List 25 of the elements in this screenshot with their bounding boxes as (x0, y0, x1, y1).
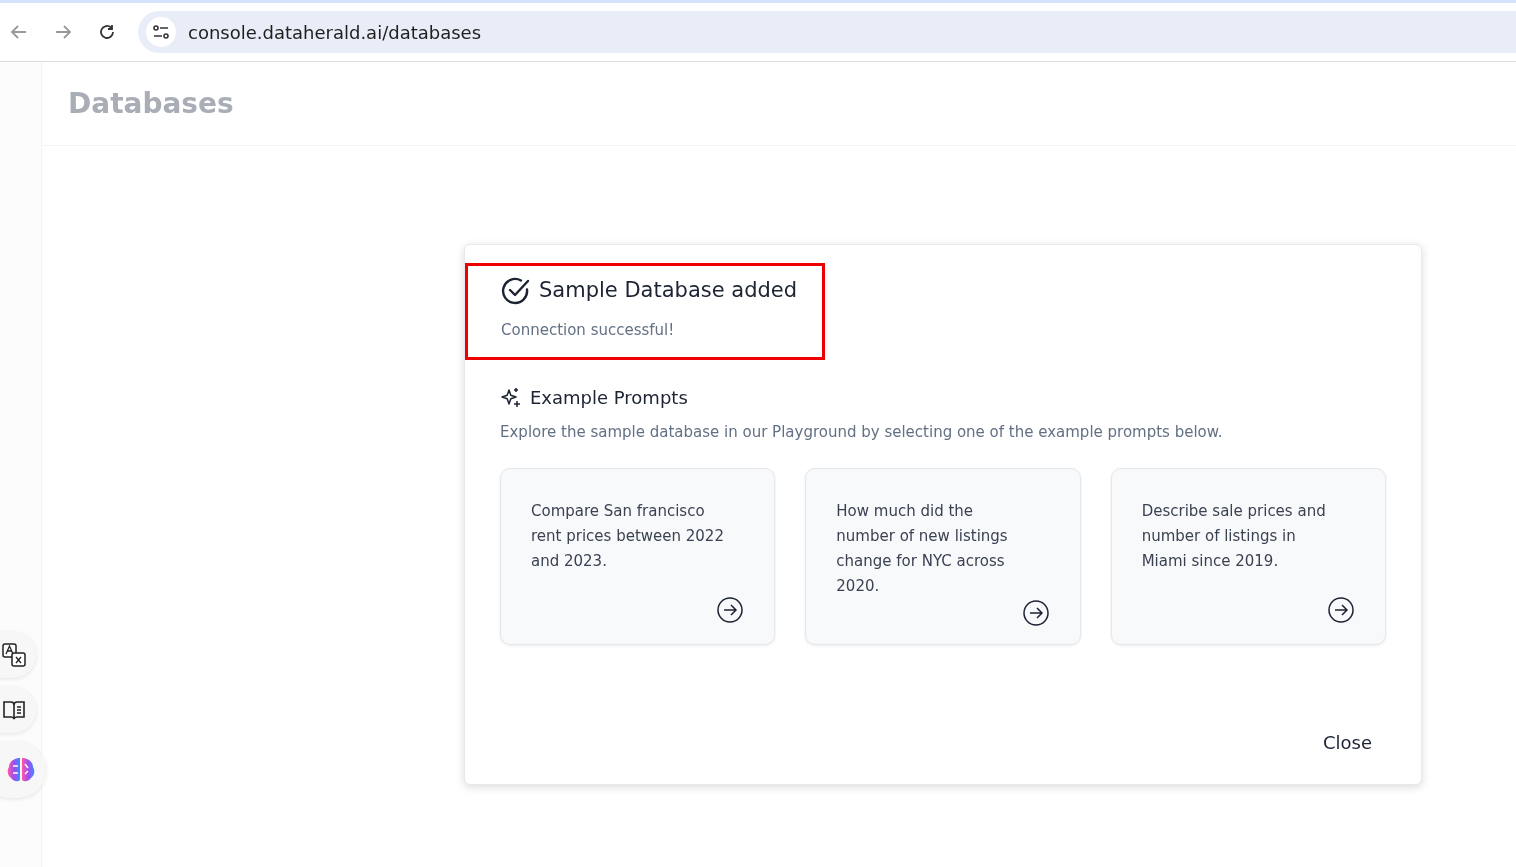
page-title: Databases (68, 85, 234, 122)
section-title: Example Prompts (530, 386, 688, 410)
check-circle-icon (501, 275, 531, 306)
back-arrow-icon (10, 23, 28, 41)
prompt-text: Compare San francisco rent prices between 2022 and 2023. (531, 500, 725, 572)
prompt-card[interactable]: Compare San francisco rent prices between 2022 and 2023. (500, 467, 776, 645)
section-description: Explore the sample database in our Playground by selecting one of the example prompts below. (500, 422, 1224, 443)
arrow-circle-icon (1021, 598, 1050, 627)
close-button[interactable]: Close (1308, 724, 1386, 760)
translate-icon (2, 643, 26, 667)
dialog-subtitle: Connection successful! (501, 319, 676, 341)
address-bar[interactable]: console.dataherald.ai/databases (188, 18, 482, 46)
brain-icon (6, 756, 36, 784)
prompt-text: How much did the number of new listings change for NYC across 2020. (836, 500, 1009, 597)
forward-arrow-icon (54, 23, 72, 41)
book-icon (2, 699, 26, 721)
prompt-card[interactable]: Describe sale prices and number of listings in Miami since 2019. (1110, 467, 1386, 645)
arrow-circle-icon (716, 595, 745, 624)
arrow-circle-icon (1327, 595, 1355, 624)
dialog-title: Sample Database added (539, 277, 798, 304)
sparkles-icon (500, 386, 522, 409)
site-settings-icon[interactable] (146, 17, 176, 47)
prompt-card[interactable]: How much did the number of new listings change for NYC across 2020. (805, 467, 1081, 645)
reload-icon (98, 23, 116, 41)
prompt-text: Describe sale prices and number of listings in Miami since 2019. (1141, 500, 1327, 572)
